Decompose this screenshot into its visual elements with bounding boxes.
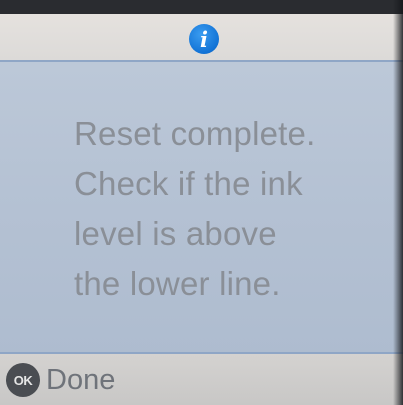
- screen-bezel-edge: [393, 0, 403, 405]
- done-label[interactable]: Done: [46, 362, 115, 398]
- message-line: the lower line.: [74, 265, 281, 302]
- message-text: Reset complete. Check if the ink level i…: [74, 109, 384, 309]
- done-button[interactable]: OK Done: [6, 362, 115, 398]
- printer-lcd-screen: i Reset complete. Check if the ink level…: [0, 0, 403, 405]
- footer-bar: OK Done: [0, 352, 403, 405]
- message-line: Check if the ink: [74, 165, 303, 202]
- header-bar: i: [0, 0, 403, 62]
- info-icon-glyph: i: [200, 26, 208, 52]
- message-panel: Reset complete. Check if the ink level i…: [0, 62, 403, 360]
- info-icon: i: [189, 24, 219, 54]
- message-line: Reset complete.: [74, 115, 316, 152]
- ok-icon[interactable]: OK: [6, 363, 40, 397]
- message-line: level is above: [74, 215, 277, 252]
